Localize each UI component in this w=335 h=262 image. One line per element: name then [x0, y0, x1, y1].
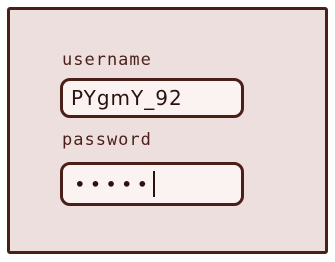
username-field[interactable]: PYgmY_92	[60, 78, 244, 118]
login-panel	[7, 7, 328, 254]
username-label: username	[62, 50, 152, 70]
text-cursor	[153, 171, 156, 197]
password-mask: •••••	[75, 174, 154, 194]
password-label: password	[62, 130, 152, 150]
username-value: PYgmY_92	[71, 86, 183, 110]
password-field[interactable]: •••••	[60, 162, 244, 206]
